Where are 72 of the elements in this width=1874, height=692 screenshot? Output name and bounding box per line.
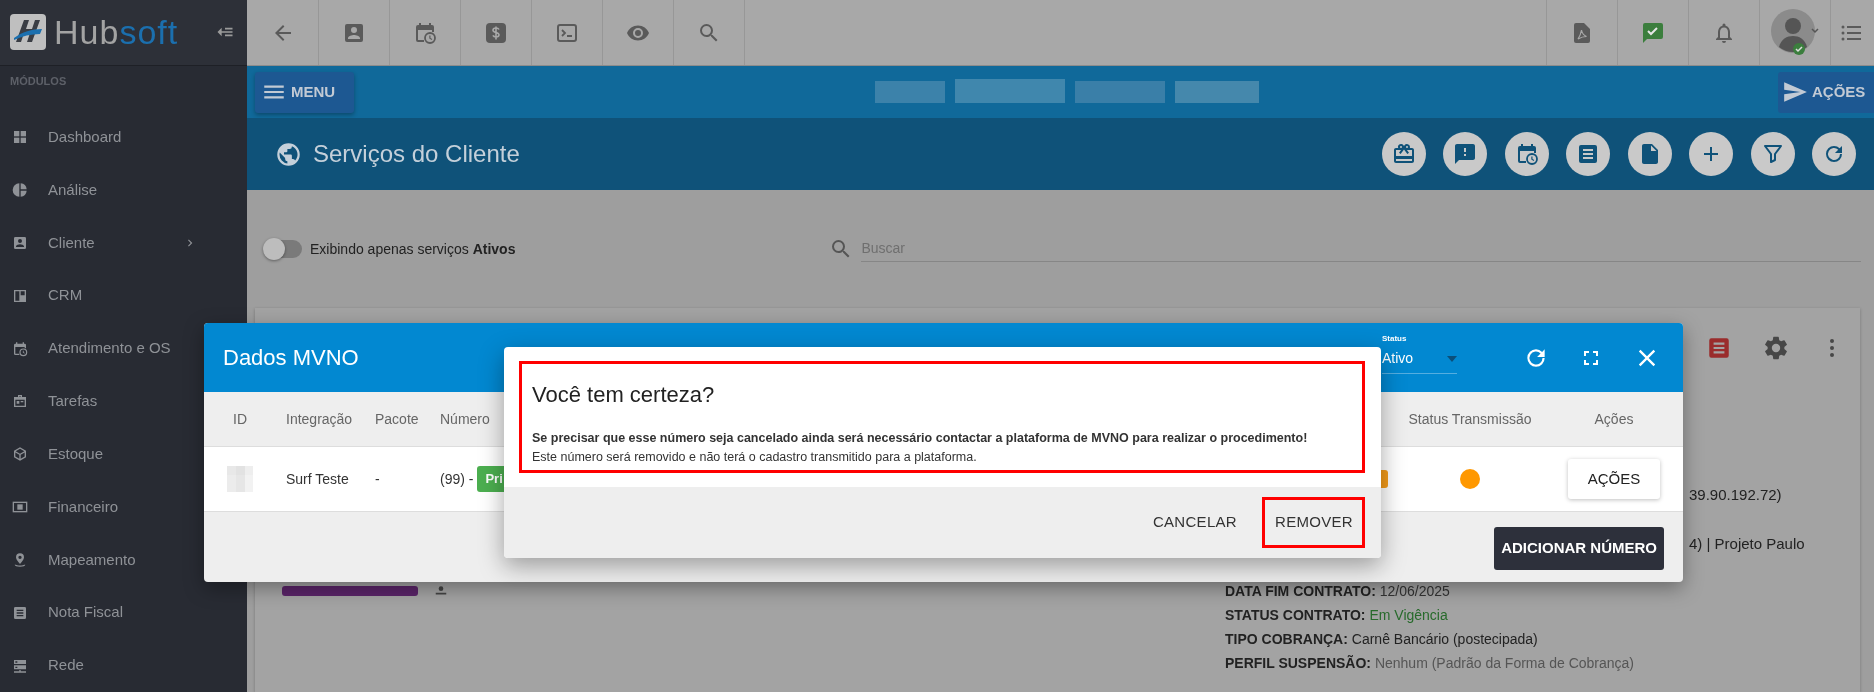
sidebar-item[interactable]: Rede bbox=[0, 639, 247, 692]
document-icon bbox=[12, 604, 28, 621]
avatar-icon[interactable] bbox=[1771, 8, 1819, 57]
briefcase-icon bbox=[12, 393, 28, 410]
table-cell: Surf Teste bbox=[286, 470, 349, 487]
info-text: 39.90.192.72) bbox=[1689, 485, 1783, 505]
logo-icon bbox=[10, 14, 46, 51]
info-field: TIPO COBRANÇA: Carnê Bancário (postecipada) bbox=[1225, 629, 1805, 650]
table-cell-text: (99) - bbox=[440, 469, 474, 489]
sidebar-item[interactable]: Cliente bbox=[0, 216, 247, 270]
column-header: Número bbox=[440, 410, 490, 427]
dialog-title: Dados MVNO bbox=[223, 344, 359, 372]
page-title: Serviços do Cliente bbox=[313, 139, 520, 169]
column-header: Ações bbox=[1594, 410, 1634, 427]
filter-button[interactable] bbox=[1750, 132, 1795, 176]
person-icon bbox=[434, 584, 448, 598]
calendar-clock-icon[interactable] bbox=[413, 20, 437, 45]
column-header: Status Transmissão bbox=[1408, 410, 1532, 427]
warning-text: Se precisar que esse número seja cancelado ainda será necessário contactar a plataforma de MVNO para realizar o procedimento! bbox=[532, 430, 1309, 447]
dialog-button[interactable]: REMOVER bbox=[1262, 497, 1365, 548]
column-header: ID bbox=[233, 410, 247, 427]
map-pin-icon bbox=[12, 551, 28, 568]
plus-button[interactable] bbox=[1689, 132, 1733, 176]
sidebar-item[interactable]: Dashboard bbox=[0, 110, 247, 164]
dialog-button[interactable]: CANCELAR bbox=[1139, 497, 1250, 548]
actions-button[interactable]: AÇÕES bbox=[1778, 71, 1874, 113]
cube-icon bbox=[12, 446, 28, 463]
logo-text: Hubsoft bbox=[54, 15, 179, 50]
settings-icon[interactable] bbox=[1762, 334, 1790, 362]
globe-icon bbox=[275, 140, 302, 168]
column-header: Integração bbox=[286, 410, 353, 427]
dollar-icon[interactable] bbox=[484, 20, 508, 45]
menu-button[interactable]: MENU bbox=[255, 71, 354, 113]
column-header: Pacote bbox=[375, 410, 419, 427]
status-select[interactable]: Status Ativo bbox=[1382, 333, 1457, 374]
feedback-icon bbox=[1453, 142, 1477, 166]
server-icon bbox=[12, 657, 28, 674]
actions-button[interactable]: AÇÕES bbox=[1567, 458, 1661, 500]
message-text: Este número será removido e não terá o cadastro transmitido para a plataforma. bbox=[532, 449, 978, 467]
file-button[interactable] bbox=[1627, 132, 1672, 176]
document-icon bbox=[1576, 142, 1600, 166]
sidebar-item[interactable]: Financeiro bbox=[0, 480, 247, 534]
calendar-clock-button[interactable] bbox=[1504, 132, 1549, 176]
info-field: DATA FIM CONTRATO: 12/06/2025 bbox=[1225, 581, 1805, 602]
contact-card-icon bbox=[12, 234, 28, 251]
dialog-title: Você tem certeza? bbox=[532, 382, 715, 407]
info-field: PERFIL SUSPENSÃO: Nenhum (Padrão da Forma de Cobrança) bbox=[1225, 653, 1805, 674]
info-field: STATUS CONTRATO: Em Vigência bbox=[1225, 605, 1805, 626]
toggle-switch[interactable] bbox=[265, 240, 302, 258]
caret-icon bbox=[1447, 355, 1457, 362]
feedback-button[interactable] bbox=[1443, 132, 1487, 176]
add-number-button[interactable]: ADICIONAR NÚMERO bbox=[1494, 527, 1664, 570]
document-icon[interactable] bbox=[1706, 335, 1732, 361]
gift-button[interactable] bbox=[1381, 132, 1426, 176]
chat-check-icon[interactable] bbox=[1641, 20, 1665, 45]
table-cell: - bbox=[375, 470, 380, 487]
gift-icon bbox=[1391, 142, 1416, 166]
sidebar-item[interactable]: CRM bbox=[0, 269, 247, 323]
grid-icon bbox=[12, 129, 28, 146]
sidebar-item[interactable]: Mapeamento bbox=[0, 533, 247, 587]
info-text: 4) | Projeto Paulo bbox=[1689, 533, 1805, 554]
sidebar-item[interactable]: Análise bbox=[0, 163, 247, 217]
redaction-drawing bbox=[227, 466, 253, 492]
pie-chart-icon bbox=[12, 181, 28, 198]
toggle-label: Exibindo apenas serviços Ativos bbox=[310, 239, 516, 259]
calendar-clock-icon bbox=[12, 340, 28, 357]
sidebar-item[interactable]: Estoque bbox=[0, 427, 247, 481]
refresh-button[interactable] bbox=[1812, 132, 1856, 176]
sidebar-item[interactable]: Nota Fiscal bbox=[0, 586, 247, 640]
send-icon bbox=[1782, 79, 1808, 105]
document-button[interactable] bbox=[1566, 132, 1610, 176]
board-icon bbox=[12, 287, 28, 304]
